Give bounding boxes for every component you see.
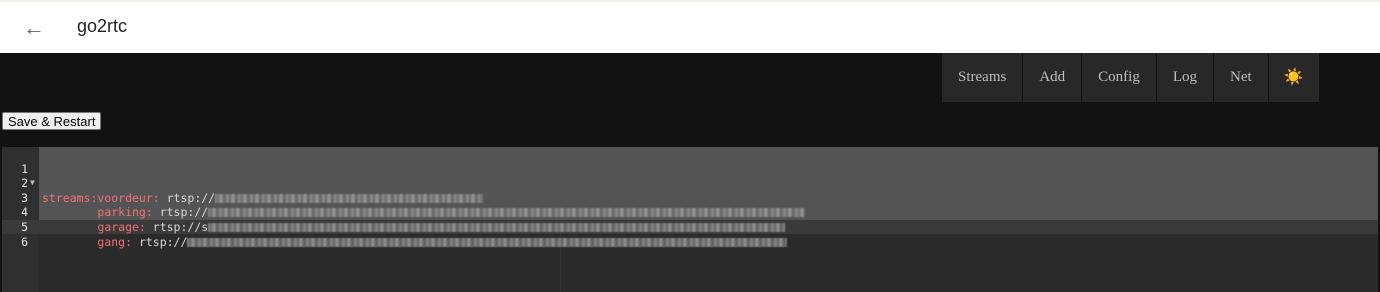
nav-log[interactable]: Log (1156, 53, 1214, 102)
nav-add[interactable]: Add (1023, 53, 1082, 102)
yaml-key: voordeur: (97, 190, 160, 205)
config-editor[interactable]: 1 ▼ streams: 2 voordeur: rtsp:// 3 parki… (2, 147, 1378, 292)
code-line: 5 gang: rtsp:// (2, 205, 788, 249)
code-line: 6 (2, 220, 57, 249)
save-restart-button[interactable]: Save & Restart (2, 112, 102, 130)
yaml-value: rtsp://s (145, 219, 209, 234)
code-line: 3 parking: rtsp:// (2, 176, 806, 219)
code-line: 4 garage: rtsp://s (2, 191, 786, 234)
main-content: Streams Add Config Log Net ☀️ Save & Res… (2, 53, 1378, 292)
redacted-value (215, 193, 484, 203)
app-header: ← go2rtc (0, 0, 1380, 53)
code-line: 2 voordeur: rtsp:// (2, 162, 484, 205)
code-lines: 1 ▼ streams: 2 voordeur: rtsp:// 3 parki… (2, 147, 806, 249)
nav-net[interactable]: Net (1214, 53, 1268, 102)
back-arrow-icon[interactable]: ← (20, 14, 48, 42)
yaml-value: rtsp:// (132, 234, 188, 249)
redacted-value (208, 222, 786, 232)
yaml-key: gang: (97, 234, 133, 249)
redacted-value (187, 237, 788, 247)
top-nav: Streams Add Config Log Net ☀️ (942, 53, 1320, 102)
redacted-value (208, 208, 806, 218)
yaml-key: parking: (97, 205, 153, 220)
code-line: 1 ▼ streams: (2, 147, 97, 205)
yaml-key: garage: (97, 219, 146, 234)
nav-streams[interactable]: Streams (942, 53, 1023, 102)
yaml-value: rtsp:// (159, 190, 216, 205)
nav-config[interactable]: Config (1082, 53, 1156, 102)
app-title: go2rtc (77, 16, 128, 36)
line-number: 6 (21, 234, 28, 249)
yaml-value: rtsp:// (152, 205, 209, 220)
theme-toggle-sun-icon[interactable]: ☀️ (1268, 53, 1319, 102)
